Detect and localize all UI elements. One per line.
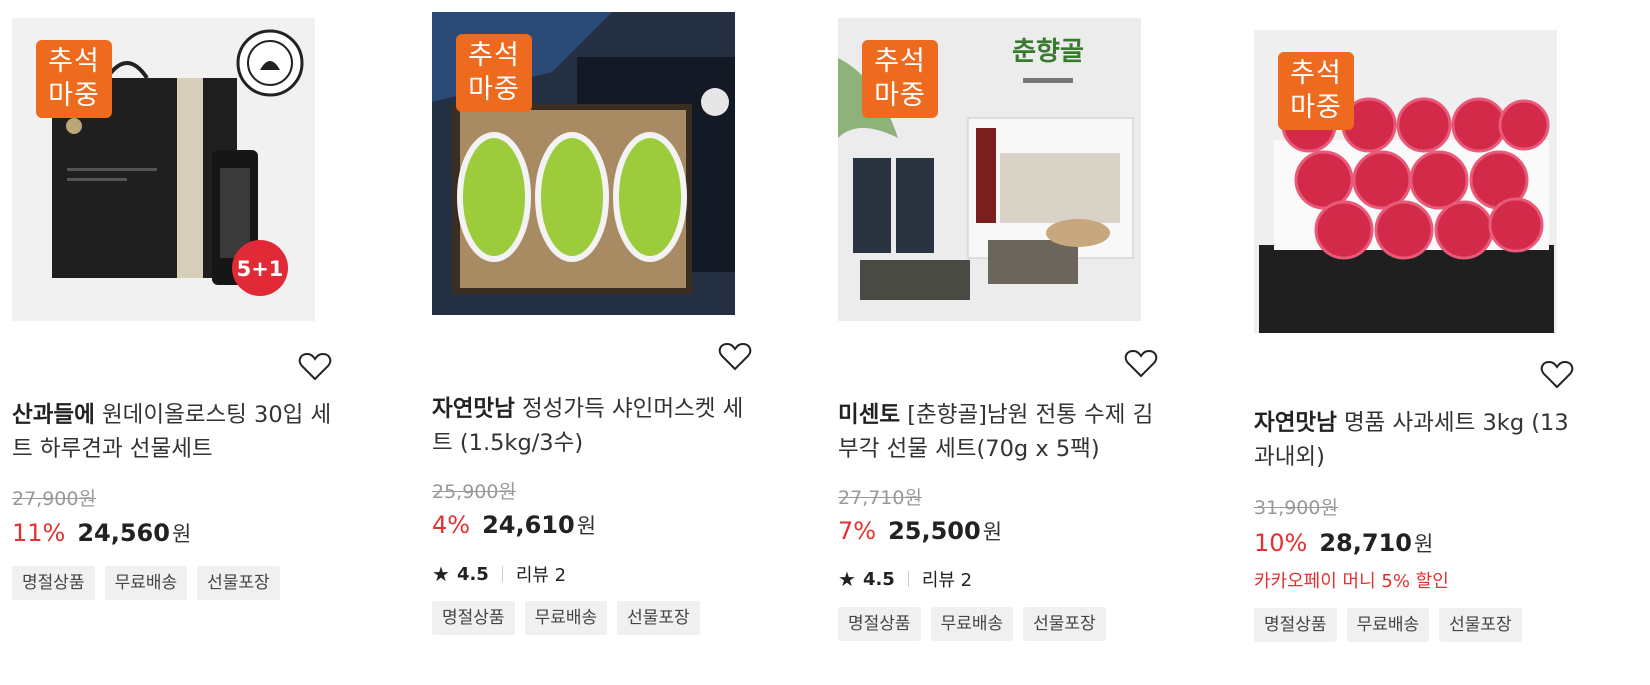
rating-score: 4.5 [456, 563, 489, 585]
tag-free-shipping: 무료배송 [1346, 608, 1430, 642]
tag-free-shipping: 무료배송 [104, 566, 188, 600]
sale-price: 7% 25,500원 [838, 516, 1002, 546]
tag-gift-wrap: 선물포장 [197, 566, 280, 600]
tag-gift-wrap: 선물포장 [617, 601, 700, 635]
product-title[interactable]: 산과들에 원데이올로스팅 30입 세트 하루견과 선물세트 [12, 398, 337, 466]
rating-row[interactable]: ★ 4.5 리뷰 2 [838, 566, 972, 592]
product-title[interactable]: 미센토 [춘향골]남원 전통 수제 김부각 선물 세트(70g x 5팩) [838, 398, 1163, 466]
payment-promo: 카카오페이 머니 5% 할인 [1254, 571, 1449, 592]
price-amount: 25,500 [888, 517, 981, 545]
currency-unit: 원 [498, 481, 516, 503]
discount-rate: 10% [1254, 529, 1308, 557]
tag-holiday: 명절상품 [838, 607, 921, 641]
brand-name: 자연맛남 [1254, 410, 1337, 436]
tag-list: 명절상품 무료배송 선물포장 [12, 566, 280, 600]
original-price: 27,710원 [838, 487, 922, 509]
sale-price: 11% 24,560원 [12, 518, 191, 548]
discount-rate: 7% [838, 517, 877, 545]
currency-unit: 원 [576, 514, 597, 538]
brand-name: 산과들에 [12, 402, 95, 428]
chuseok-badge: 추석 마중 [456, 34, 532, 112]
chuseok-badge: 추석 마중 [36, 40, 112, 118]
chuseok-badge: 추석 마중 [1278, 52, 1354, 130]
wishlist-heart-icon[interactable] [1540, 360, 1574, 390]
tag-gift-wrap: 선물포장 [1023, 607, 1106, 641]
review-count: 리뷰 2 [921, 570, 973, 591]
tag-free-shipping: 무료배송 [930, 607, 1014, 641]
tag-list: 명절상품 무료배송 선물포장 [432, 601, 700, 635]
star-icon: ★ [838, 567, 856, 591]
discount-rate: 11% [12, 519, 66, 547]
currency-unit: 원 [78, 488, 96, 510]
tag-list: 명절상품 무료배송 선물포장 [1254, 608, 1522, 642]
price-amount: 24,610 [482, 511, 575, 539]
tag-holiday: 명절상품 [1254, 608, 1337, 642]
rating-row[interactable]: ★ 4.5 리뷰 2 [432, 561, 566, 587]
wishlist-heart-icon[interactable] [298, 352, 332, 382]
original-price: 25,900원 [432, 481, 516, 503]
divider [907, 571, 909, 587]
tag-list: 명절상품 무료배송 선물포장 [838, 607, 1106, 641]
tag-free-shipping: 무료배송 [524, 601, 608, 635]
currency-unit: 원 [1320, 497, 1338, 519]
original-price: 31,900원 [1254, 497, 1338, 519]
product-card-3[interactable]: 춘향골 추석 마중 미센토 [춘향골]남원 전통 수제 김부각 선물 세트(70… [838, 18, 1168, 648]
currency-unit: 원 [1413, 532, 1434, 556]
product-card-2[interactable]: 추석 마중 자연맛남 정성가득 샤인머스켓 세트 (1.5kg/3수) 25,9… [432, 12, 762, 642]
divider [501, 566, 503, 582]
chuseok-badge: 추석 마중 [862, 40, 938, 118]
product-title[interactable]: 자연맛남 명품 사과세트 3kg (13과내외) [1254, 406, 1579, 474]
original-price: 27,900원 [12, 488, 96, 510]
price-amount: 24,560 [77, 519, 170, 547]
image-brand-text: 춘향골 [1012, 37, 1084, 67]
brand-name: 미센토 [838, 402, 901, 428]
review-count: 리뷰 2 [515, 565, 567, 586]
product-card-4[interactable]: 추석 마중 자연맛남 명품 사과세트 3kg (13과내외) 31,900원 1… [1254, 30, 1584, 650]
wishlist-heart-icon[interactable] [1124, 349, 1158, 379]
star-icon: ★ [432, 562, 450, 586]
rating-score: 4.5 [862, 568, 895, 590]
tag-gift-wrap: 선물포장 [1439, 608, 1522, 642]
bundle-sticker: 5+1 [237, 257, 284, 281]
tag-holiday: 명절상품 [12, 566, 95, 600]
discount-rate: 4% [432, 511, 471, 539]
product-title[interactable]: 자연맛남 정성가득 샤인머스켓 세트 (1.5kg/3수) [432, 392, 757, 460]
product-card-1[interactable]: 5+1 추석 마중 산과들에 원데이올로스팅 30입 세트 하루견과 선물세트 … [12, 18, 342, 608]
price-amount: 28,710 [1319, 529, 1412, 557]
sale-price: 4% 24,610원 [432, 510, 596, 540]
tag-holiday: 명절상품 [432, 601, 515, 635]
wishlist-heart-icon[interactable] [718, 342, 752, 372]
currency-unit: 원 [904, 487, 922, 509]
currency-unit: 원 [171, 522, 192, 546]
currency-unit: 원 [982, 520, 1003, 544]
brand-name: 자연맛남 [432, 396, 515, 422]
sale-price: 10% 28,710원 [1254, 528, 1433, 558]
